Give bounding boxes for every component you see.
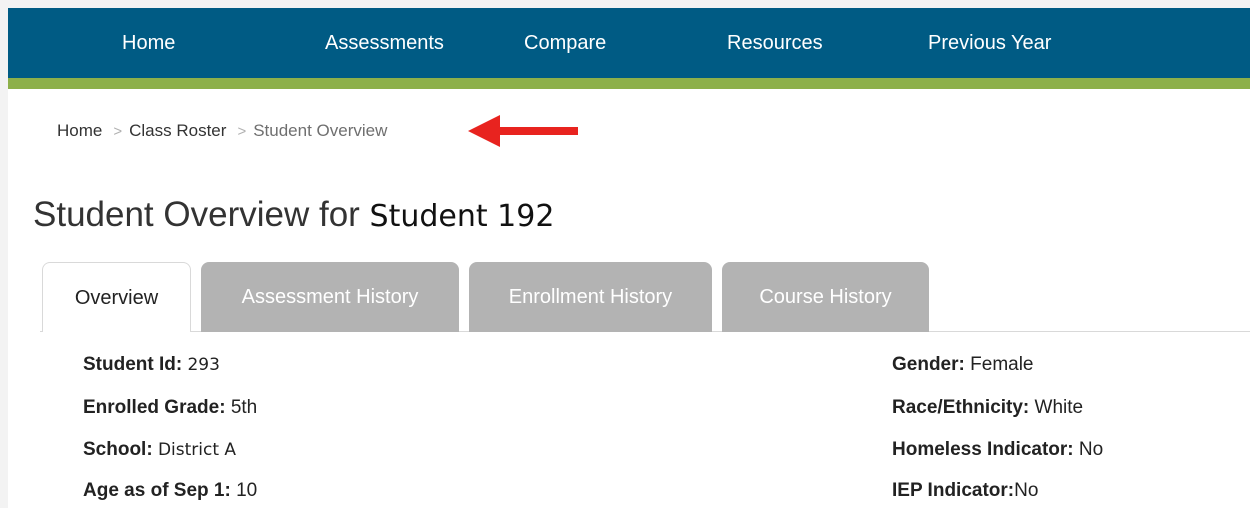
field-homeless-indicator: Homeless Indicator: No (892, 438, 1103, 462)
student-name: Student 192 (369, 199, 555, 234)
tab-overview[interactable]: Overview (42, 262, 191, 333)
breadcrumb-separator: > (237, 123, 247, 140)
red-arrow-icon (468, 115, 578, 147)
field-gender: Gender: Female (892, 353, 1034, 377)
page-title-prefix: Student Overview for (33, 195, 360, 234)
window-top-strip (0, 0, 1250, 8)
breadcrumb: Home > Class Roster > Student Overview (57, 120, 387, 142)
nav-item-resources[interactable]: Resources (727, 8, 823, 78)
field-value: 293 (187, 355, 220, 375)
field-age: Age as of Sep 1: 10 (83, 479, 257, 503)
page-title: Student Overview for Student 192 (33, 192, 554, 240)
field-label: Age as of Sep 1: (83, 480, 231, 501)
breadcrumb-class-roster[interactable]: Class Roster (129, 121, 226, 140)
nav-item-assessments[interactable]: Assessments (325, 8, 444, 78)
tab-enrollment-history[interactable]: Enrollment History (469, 262, 712, 332)
nav-accent-stripe (8, 78, 1250, 89)
field-value: 5th (230, 397, 258, 418)
field-enrolled-grade: Enrolled Grade: 5th (83, 396, 257, 420)
breadcrumb-home[interactable]: Home (57, 121, 102, 140)
field-label: IEP Indicator: (892, 480, 1015, 501)
breadcrumb-separator: > (113, 123, 123, 140)
field-iep-indicator: IEP Indicator:No (892, 479, 1038, 503)
field-value: No (1014, 480, 1039, 501)
field-school: School: District A (83, 438, 236, 462)
field-value: No (1078, 439, 1104, 460)
field-value: 10 (236, 480, 258, 501)
window-left-edge (0, 0, 8, 508)
field-label: School: (83, 439, 153, 460)
nav-item-previous-year[interactable]: Previous Year (928, 8, 1051, 78)
field-student-id: Student Id: 293 (83, 353, 220, 377)
nav-item-compare[interactable]: Compare (524, 8, 606, 78)
field-value: District A (157, 440, 237, 460)
field-value: White (1034, 397, 1084, 418)
field-race-ethnicity: Race/Ethnicity: White (892, 396, 1083, 420)
nav-item-home[interactable]: Home (122, 8, 175, 78)
tab-assessment-history[interactable]: Assessment History (201, 262, 459, 332)
field-label: Student Id: (83, 354, 183, 375)
field-label: Race/Ethnicity: (892, 397, 1030, 418)
field-label: Gender: (892, 354, 965, 375)
breadcrumb-student-overview: Student Overview (253, 121, 388, 140)
page: Home Assessments Compare Resources Previ… (0, 0, 1250, 508)
top-nav-bar (8, 8, 1250, 78)
field-value: Female (970, 354, 1034, 375)
field-label: Enrolled Grade: (83, 397, 226, 418)
tab-course-history[interactable]: Course History (722, 262, 929, 332)
field-label: Homeless Indicator: (892, 439, 1074, 460)
